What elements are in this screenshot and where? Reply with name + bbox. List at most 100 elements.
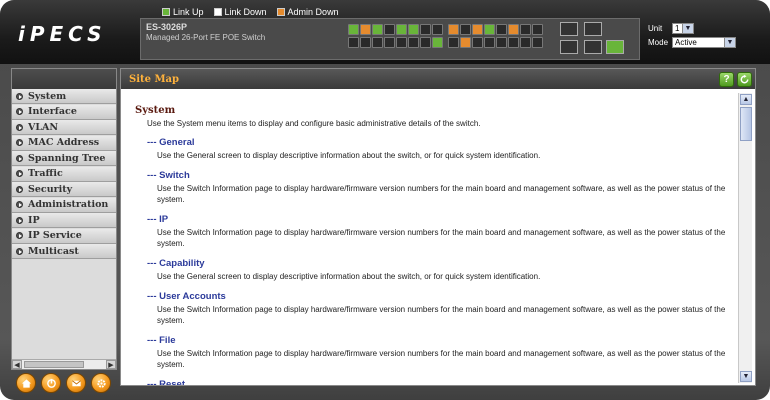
switch-port[interactable] bbox=[448, 24, 459, 35]
sidebar-item-spanning-tree[interactable]: Spanning Tree bbox=[12, 151, 116, 166]
switch-port[interactable] bbox=[508, 37, 519, 48]
switch-port[interactable] bbox=[360, 24, 371, 35]
uplink-port-1[interactable] bbox=[560, 22, 578, 36]
uplink-port-2[interactable] bbox=[560, 40, 578, 54]
sidebar-item-multicast[interactable]: Multicast bbox=[12, 244, 116, 259]
switch-port[interactable] bbox=[396, 37, 407, 48]
switch-port[interactable] bbox=[372, 24, 383, 35]
sidebar-item-interface[interactable]: Interface bbox=[12, 104, 116, 120]
entry-link[interactable]: --- Switch bbox=[147, 170, 737, 181]
scroll-thumb[interactable] bbox=[740, 107, 752, 141]
mode-select[interactable]: Active ▼ bbox=[672, 37, 736, 48]
port-row-top bbox=[348, 24, 543, 35]
ipecs-logo: iPECS bbox=[18, 22, 107, 46]
chevron-left-icon[interactable]: ◀ bbox=[12, 360, 22, 369]
entry-link[interactable]: --- Capability bbox=[147, 258, 737, 269]
switch-port[interactable] bbox=[448, 37, 459, 48]
site-map-entries: --- General Use the General screen to dis… bbox=[135, 137, 737, 385]
entry-link[interactable]: --- IP bbox=[147, 214, 737, 225]
chevron-down-icon[interactable]: ▼ bbox=[682, 24, 693, 33]
switch-port[interactable] bbox=[432, 24, 443, 35]
bullet-arrow-icon bbox=[16, 232, 23, 239]
switch-port[interactable] bbox=[484, 37, 495, 48]
help-button[interactable]: ? bbox=[719, 72, 734, 87]
site-map-entry: --- ResetUse the Switch Information page… bbox=[147, 379, 737, 385]
sidebar-item-label: Interface bbox=[28, 106, 77, 117]
settings-button[interactable] bbox=[91, 373, 111, 393]
sidebar-item-administration[interactable]: Administration bbox=[12, 197, 116, 213]
switch-port[interactable] bbox=[496, 37, 507, 48]
chevron-up-icon[interactable]: ▲ bbox=[740, 94, 752, 105]
switch-port[interactable] bbox=[360, 37, 371, 48]
switch-port[interactable] bbox=[472, 24, 483, 35]
entry-link[interactable]: --- Reset bbox=[147, 379, 737, 385]
entry-link[interactable]: --- User Accounts bbox=[147, 291, 737, 302]
page-title: Site Map bbox=[129, 74, 180, 85]
entry-link[interactable]: --- File bbox=[147, 335, 737, 346]
scroll-thumb[interactable] bbox=[24, 361, 84, 368]
app-frame: iPECS Link Up Link Down Admin Down ES-30… bbox=[0, 0, 770, 400]
bullet-arrow-icon bbox=[16, 123, 23, 131]
mode-label: Mode bbox=[648, 38, 669, 47]
link-up-swatch bbox=[162, 8, 170, 16]
switch-port[interactable] bbox=[432, 37, 443, 48]
switch-port[interactable] bbox=[460, 24, 471, 35]
refresh-button[interactable] bbox=[737, 72, 752, 87]
chevron-right-icon[interactable]: ▶ bbox=[106, 360, 116, 369]
switch-port[interactable] bbox=[408, 24, 419, 35]
site-map-entry: --- User Accounts Use the Switch Informat… bbox=[147, 291, 737, 326]
bullet-arrow-icon bbox=[16, 247, 23, 255]
sidebar-item-ip-service[interactable]: IP Service bbox=[12, 228, 116, 244]
switch-port[interactable] bbox=[384, 37, 395, 48]
sidebar-item-label: VLAN bbox=[28, 121, 59, 133]
switch-port[interactable] bbox=[420, 24, 431, 35]
content-vertical-scrollbar[interactable]: ▲ ▼ bbox=[738, 93, 752, 383]
switch-port[interactable] bbox=[508, 24, 519, 35]
sidebar-header bbox=[12, 69, 116, 89]
switch-port[interactable] bbox=[384, 24, 395, 35]
sidebar-item-traffic[interactable]: Traffic bbox=[12, 166, 116, 182]
switch-port[interactable] bbox=[408, 37, 419, 48]
switch-port[interactable] bbox=[484, 24, 495, 35]
switch-port[interactable] bbox=[348, 37, 359, 48]
mode-select-value: Active bbox=[675, 38, 697, 47]
legend-link-up: Link Up bbox=[162, 7, 204, 17]
bullet-arrow-icon bbox=[16, 170, 23, 177]
sidebar-item-mac-address[interactable]: MAC Address bbox=[12, 135, 116, 151]
sidebar-item-vlan[interactable]: VLAN bbox=[12, 120, 116, 135]
sidebar-nav: System Interface VLAN MAC Address Spanning T… bbox=[12, 89, 116, 259]
entry-link[interactable]: --- General bbox=[147, 137, 737, 148]
sidebar-item-ip[interactable]: IP bbox=[12, 213, 116, 228]
switch-port[interactable] bbox=[396, 24, 407, 35]
uplink-port-5[interactable] bbox=[606, 40, 624, 54]
switch-port[interactable] bbox=[472, 37, 483, 48]
section-description: Use the System menu items to display and… bbox=[147, 119, 481, 128]
unit-select[interactable]: 1 ▼ bbox=[672, 23, 694, 34]
sidebar-horizontal-scrollbar[interactable]: ◀ ▶ bbox=[12, 359, 116, 369]
uplink-port-4[interactable] bbox=[584, 40, 602, 54]
chevron-down-icon[interactable]: ▼ bbox=[724, 38, 735, 47]
logout-button[interactable] bbox=[41, 373, 61, 393]
switch-port[interactable] bbox=[520, 24, 531, 35]
site-map-content: System Use the System menu items to disp… bbox=[121, 89, 737, 385]
switch-port[interactable] bbox=[348, 24, 359, 35]
switch-port[interactable] bbox=[420, 37, 431, 48]
sidebar-item-security[interactable]: Security bbox=[12, 182, 116, 197]
mail-button[interactable] bbox=[66, 373, 86, 393]
uplink-port-3[interactable] bbox=[584, 22, 602, 36]
site-map-entry: --- Capability Use the General screen to … bbox=[147, 258, 737, 282]
home-button[interactable] bbox=[16, 373, 36, 393]
admin-down-swatch bbox=[276, 8, 285, 16]
unit-select-value: 1 bbox=[675, 24, 680, 33]
switch-port[interactable] bbox=[460, 37, 471, 48]
switch-port[interactable] bbox=[372, 37, 383, 48]
port-legend: Link Up Link Down Admin Down bbox=[162, 7, 339, 17]
chevron-down-icon[interactable]: ▼ bbox=[740, 371, 752, 382]
sidebar-item-system[interactable]: System bbox=[12, 89, 116, 104]
switch-port[interactable] bbox=[520, 37, 531, 48]
entry-description: Use the Switch Information page to displ… bbox=[157, 228, 726, 248]
switch-port[interactable] bbox=[532, 37, 543, 48]
switch-port[interactable] bbox=[496, 24, 507, 35]
sidebar-item-label: Traffic bbox=[28, 168, 63, 179]
switch-port[interactable] bbox=[532, 24, 543, 35]
